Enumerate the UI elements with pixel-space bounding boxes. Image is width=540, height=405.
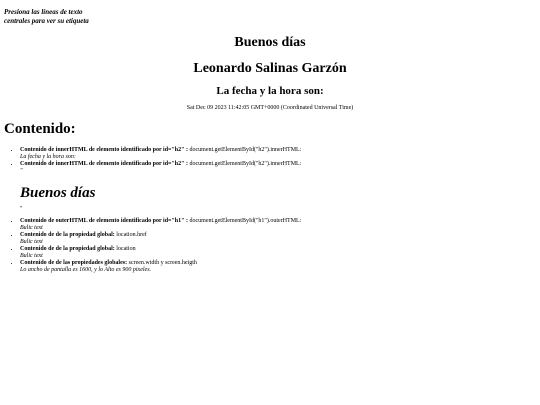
greeting-italic-heading: Buenos días — [20, 185, 96, 201]
datetime-text[interactable]: Sat Dec 09 2023 11:42:05 GMT+0000 (Coord… — [0, 104, 540, 112]
list-item: Contenido de de las propiedades globales… — [20, 260, 520, 274]
quote-mark: " — [20, 206, 23, 212]
list-item-value: Bulic text — [20, 225, 43, 231]
list-item-value: Lo ancho de pantalla es 1600, y lo Alto … — [20, 267, 152, 273]
list-item-label: Contenido de de la propiedad global: — [20, 232, 115, 238]
list-item-label: Contenido de outerHTML de elemento ident… — [20, 218, 188, 224]
list-item-code: location — [114, 246, 136, 252]
list-item-value: Bulic text — [20, 239, 43, 245]
greeting-heading[interactable]: Buenos días — [0, 34, 540, 52]
list-item-code: document.getElementById("h2").innerHTML: — [187, 161, 302, 167]
list-item: Contenido de innerHTML de elemento ident… — [20, 161, 520, 175]
list-item-value: " — [20, 168, 23, 174]
list-item-label: Contenido de innerHTML de elemento ident… — [20, 161, 188, 167]
list-item: Contenido de de la propiedad global: loc… — [20, 232, 520, 246]
list-item: Contenido de innerHTML de elemento ident… — [20, 147, 520, 161]
list-item-value: La fecha y la hora son: — [20, 154, 76, 160]
list-item-code: location.href — [114, 232, 147, 238]
content-title: Contenido: — [4, 121, 76, 137]
instruction-hint: Presiona las líneas de texto centrales p… — [4, 8, 89, 26]
list-item-code: screen.width y screen.heigth — [127, 260, 197, 266]
list-item-code: document.getElementById("h2").innerHTML: — [187, 147, 302, 153]
hint-line-1: Presiona las líneas de texto — [4, 8, 83, 16]
list-item-label: Contenido de innerHTML de elemento ident… — [20, 147, 188, 153]
content-list-1: Contenido de innerHTML de elemento ident… — [0, 147, 520, 175]
list-item: Contenido de outerHTML de elemento ident… — [20, 218, 520, 232]
content-list-2: Contenido de outerHTML de elemento ident… — [0, 218, 520, 274]
list-item: Contenido de de la propiedad global: loc… — [20, 246, 520, 260]
list-item-value: Bulic text — [20, 253, 43, 259]
hint-line-2: centrales para ver su etiqueta — [4, 17, 89, 25]
date-label-heading[interactable]: La fecha y la hora son: — [0, 84, 540, 98]
list-item-label: Contenido de de la propiedad global: — [20, 246, 115, 252]
list-item-label: Contenido de de las propiedades globales… — [20, 260, 128, 266]
page: Presiona las líneas de texto centrales p… — [0, 0, 540, 405]
user-name-heading[interactable]: Leonardo Salinas Garzón — [0, 60, 540, 78]
list-item-code: document.getElementById("h1").outerHTML: — [187, 218, 302, 224]
